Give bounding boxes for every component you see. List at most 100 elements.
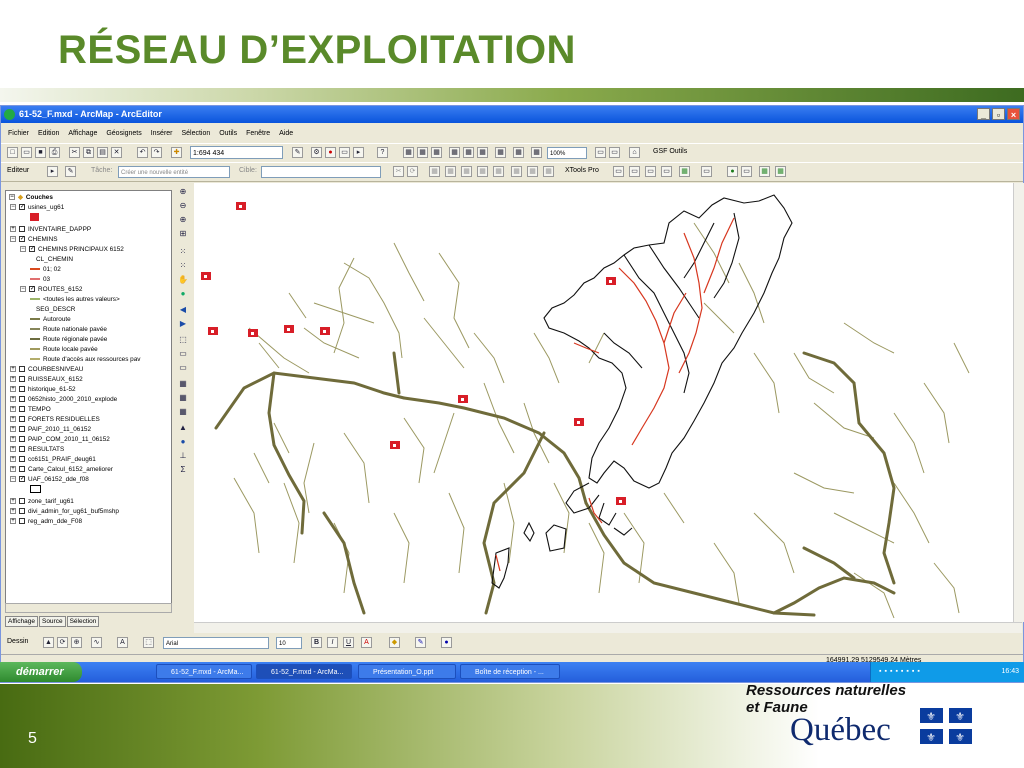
menu-edition[interactable]: Edition — [38, 127, 59, 141]
layer-checkbox[interactable] — [19, 366, 25, 373]
layer-checkbox[interactable] — [19, 456, 25, 463]
layout-tool-9-icon[interactable]: ▦ — [531, 147, 542, 158]
expand-icon[interactable]: + — [10, 456, 16, 463]
topology-5-icon[interactable]: ▦ — [493, 166, 504, 177]
close-button[interactable]: × — [1007, 108, 1020, 120]
collapse-icon[interactable]: − — [9, 194, 15, 201]
info-icon[interactable]: ● — [177, 436, 189, 448]
layer-checkbox[interactable] — [19, 406, 25, 413]
toc-item[interactable]: +0652histo_2000_2010_explode — [10, 395, 117, 405]
rotate-element-icon[interactable]: ⟳ — [57, 637, 68, 648]
xtools-7-icon[interactable]: ● — [727, 166, 738, 177]
toc-item[interactable]: + TEMPO — [10, 405, 51, 415]
xtools-6-icon[interactable]: ▭ — [701, 166, 712, 177]
dessin-menu[interactable]: Dessin — [7, 638, 28, 645]
layer-checkbox[interactable] — [19, 396, 25, 403]
tab-affichage[interactable]: Affichage — [5, 616, 38, 627]
underline-icon[interactable]: U — [343, 637, 354, 648]
layer-checkbox[interactable] — [19, 426, 25, 433]
cut-icon[interactable]: ✂ — [69, 147, 80, 158]
line-tool-icon[interactable]: ∿ — [91, 637, 102, 648]
target-select[interactable] — [261, 166, 381, 178]
sigma-icon[interactable]: Σ — [177, 464, 189, 476]
toc-item[interactable]: Route nationale pavée — [30, 325, 107, 335]
toc-item[interactable]: + RUISSEAUX_6152 — [10, 375, 83, 385]
arctoolbox-icon[interactable]: ⚙ — [311, 147, 322, 158]
xtools-1-icon[interactable]: ▭ — [613, 166, 624, 177]
taskbar-item-presentation[interactable]: Présentation_O.ppt — [358, 664, 456, 679]
collapse-icon[interactable]: − — [20, 286, 26, 293]
select-elements-icon[interactable]: ▭ — [177, 362, 189, 374]
layout-tool-1-icon[interactable]: ▦ — [403, 147, 414, 158]
xtools-8-icon[interactable]: ▭ — [741, 166, 752, 177]
layer-tool-3-icon[interactable]: ▦ — [177, 406, 189, 418]
open-icon[interactable]: ▭ — [21, 147, 32, 158]
toc-item[interactable]: CL_CHEMIN — [36, 255, 73, 265]
expand-icon[interactable]: + — [10, 436, 16, 443]
tab-source[interactable]: Source — [38, 616, 66, 627]
globe-icon[interactable]: ● — [177, 288, 189, 300]
expand-icon[interactable]: + — [10, 366, 16, 373]
expand-icon[interactable]: + — [10, 498, 16, 505]
layer-tool-2-icon[interactable]: ▦ — [177, 392, 189, 404]
toc-item[interactable]: Route locale pavée — [30, 345, 98, 355]
georef-icon[interactable]: ⬚ — [143, 637, 154, 648]
expand-icon[interactable]: + — [10, 416, 16, 423]
toc-item[interactable]: − ✓ CHEMINS PRINCIPAUX 6152 — [20, 245, 124, 255]
layout-tool-6-icon[interactable]: ▦ — [477, 147, 488, 158]
expand-icon[interactable]: + — [10, 226, 16, 233]
taskbar-item-inbox[interactable]: Boîte de réception - ... — [460, 664, 560, 679]
select-element-icon[interactable]: ▲ — [43, 637, 54, 648]
xtools-5-icon[interactable]: ▦ — [679, 166, 690, 177]
menu-outils[interactable]: Outils — [219, 127, 237, 141]
toc-horizontal-scrollbar[interactable] — [5, 603, 172, 613]
toc-item[interactable]: Autoroute — [30, 315, 71, 325]
line-color-icon[interactable]: ✎ — [415, 637, 426, 648]
text-tool-icon[interactable]: A — [117, 637, 128, 648]
zoom-in-icon[interactable]: ⊕ — [177, 186, 189, 198]
toc-item[interactable]: − ✓ ROUTES_6152 — [20, 285, 82, 295]
add-data-icon[interactable]: ✚ — [171, 147, 182, 158]
undo-icon[interactable]: ↶ — [137, 147, 148, 158]
toc-item[interactable]: + zone_tarif_ug61 — [10, 497, 74, 507]
command-line-icon[interactable]: ▭ — [339, 147, 350, 158]
measure-icon[interactable]: ⊥ — [177, 450, 189, 462]
layout-tool-3-icon[interactable]: ▦ — [431, 147, 442, 158]
collapse-icon[interactable]: − — [20, 246, 26, 253]
toc-item[interactable]: + PAIF_2010_11_06152 — [10, 425, 91, 435]
toc-item[interactable]: − ✓ usines_ug61 — [10, 203, 64, 213]
gsf-tools-menu[interactable]: GSF Outils — [653, 148, 687, 155]
layout-tool-10-icon[interactable]: ▭ — [595, 147, 606, 158]
rotate-tool-icon[interactable]: ⟳ — [407, 166, 418, 177]
collapse-icon[interactable]: − — [10, 204, 16, 211]
clear-selection-icon[interactable]: ▭ — [177, 348, 189, 360]
layer-checkbox[interactable] — [19, 446, 25, 453]
expand-icon[interactable]: + — [10, 466, 16, 473]
layout-tool-8-icon[interactable]: ▦ — [513, 147, 524, 158]
topology-1-icon[interactable]: ▦ — [429, 166, 440, 177]
topology-4-icon[interactable]: ▦ — [477, 166, 488, 177]
toc-item[interactable]: + divi_admin_for_ug61_buf5mshp — [10, 507, 119, 517]
maximize-button[interactable]: ▫ — [992, 108, 1005, 120]
topology-8-icon[interactable]: ▦ — [543, 166, 554, 177]
toc-item[interactable]: SEG_DESCR — [36, 305, 75, 315]
xtools-10-icon[interactable]: ▦ — [775, 166, 786, 177]
toc-item[interactable]: Route d'accès aux ressources pav — [30, 355, 141, 365]
pointer-icon[interactable]: ▲ — [177, 422, 189, 434]
help-icon[interactable]: ? — [377, 147, 388, 158]
layer-checkbox[interactable] — [19, 436, 25, 443]
toc-item[interactable]: + historique_61-52 — [10, 385, 76, 395]
expand-icon[interactable]: + — [10, 396, 16, 403]
editor-toolbar-icon[interactable]: ✎ — [292, 147, 303, 158]
toc-item[interactable]: − ✓ UAF_06152_dde_f08 — [10, 475, 89, 485]
toc-item[interactable]: + PAIP_COM_2010_11_06152 — [10, 435, 110, 445]
font-select[interactable]: Arial — [163, 637, 269, 649]
collapse-icon[interactable]: − — [10, 476, 16, 483]
topology-2-icon[interactable]: ▦ — [445, 166, 456, 177]
expand-icon[interactable]: + — [10, 426, 16, 433]
menu-geosignets[interactable]: Géosignets — [106, 127, 141, 141]
expand-icon[interactable]: + — [10, 508, 16, 515]
font-size-select[interactable]: 10 — [276, 637, 302, 649]
xtools-3-icon[interactable]: ▭ — [645, 166, 656, 177]
editor-menu[interactable]: Editeur — [7, 167, 29, 174]
